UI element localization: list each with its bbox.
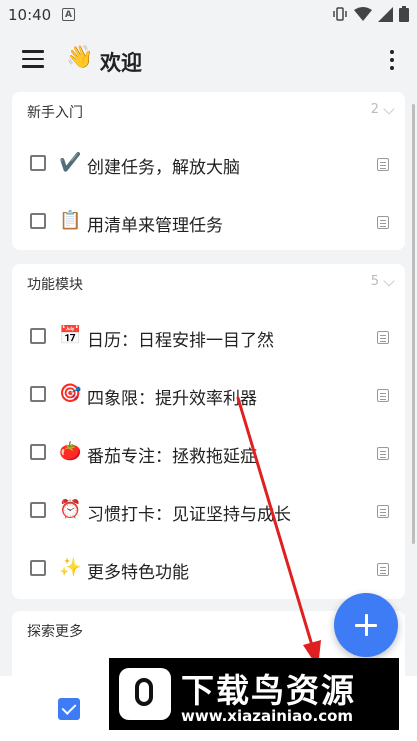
task-label: 创建任务，解放大脑 xyxy=(87,158,240,178)
section-count: 2 xyxy=(370,102,379,117)
check-mark-icon: ✔️ xyxy=(59,152,82,173)
chevron-down-icon[interactable] xyxy=(383,275,395,287)
waving-hand-icon: 👋 xyxy=(66,45,94,70)
task-row[interactable]: 📅 日历：日程安排一目了然 xyxy=(12,309,405,367)
task-row[interactable]: 🍅 番茄专注：拯救拖延症 xyxy=(12,425,405,483)
task-label: 习惯打卡：见证坚持与成长 xyxy=(87,505,291,525)
task-row[interactable]: 📋 用清单来管理任务 xyxy=(12,194,405,252)
tomato-icon: 🍅 xyxy=(59,441,82,462)
task-row[interactable]: 🎯 四象限：提升效率利器 xyxy=(12,367,405,425)
task-row[interactable]: ✨ 更多特色功能 xyxy=(12,541,405,599)
task-checkbox[interactable] xyxy=(30,444,46,460)
battery-icon xyxy=(399,6,409,22)
vibrate-icon xyxy=(333,7,347,21)
status-icons xyxy=(332,6,409,22)
more-options-icon[interactable] xyxy=(389,50,395,72)
watermark-logo-icon xyxy=(119,668,171,720)
status-bar: 10:40 A xyxy=(0,0,417,30)
add-task-button[interactable] xyxy=(334,593,398,657)
app-bar: 👋 欢迎 xyxy=(0,30,417,92)
watermark-url: www.xiazainiao.com xyxy=(181,707,354,725)
task-label: 用清单来管理任务 xyxy=(87,216,223,236)
sparkles-icon: ✨ xyxy=(59,557,82,578)
target-icon: 🎯 xyxy=(59,383,82,404)
section-getting-started: 新手入门 2 ✔️ 创建任务，解放大脑 📋 用清单来管理任务 xyxy=(12,92,405,250)
note-icon xyxy=(377,158,389,171)
section-features: 功能模块 5 📅 日历：日程安排一目了然 🎯 四象限：提升效率利器 🍅 番茄专注… xyxy=(12,264,405,599)
signal-icon xyxy=(378,6,393,22)
section-title: 新手入门 xyxy=(27,105,83,121)
watermark-title: 下载鸟资源 xyxy=(181,671,356,710)
task-checkbox[interactable] xyxy=(30,560,46,576)
note-icon xyxy=(377,505,389,518)
section-header[interactable]: 功能模块 5 xyxy=(12,264,405,302)
task-label: 更多特色功能 xyxy=(87,563,189,583)
note-icon xyxy=(377,563,389,576)
task-row[interactable]: ✔️ 创建任务，解放大脑 xyxy=(12,136,405,194)
task-checkbox[interactable] xyxy=(30,502,46,518)
task-checkbox[interactable] xyxy=(30,213,46,229)
task-checkbox[interactable] xyxy=(30,155,46,171)
wifi-icon xyxy=(354,6,372,21)
section-title: 功能模块 xyxy=(27,277,83,293)
alarm-clock-icon: ⏰ xyxy=(59,499,82,520)
task-checkbox[interactable] xyxy=(30,386,46,402)
note-icon xyxy=(377,389,389,402)
section-count: 5 xyxy=(370,274,379,289)
section-header[interactable]: 新手入门 2 xyxy=(12,92,405,130)
calendar-icon: 📅 xyxy=(59,325,82,346)
tasks-tab-icon[interactable] xyxy=(58,698,80,720)
menu-icon[interactable] xyxy=(22,50,44,68)
note-icon xyxy=(377,331,389,344)
watermark-banner: 下载鸟资源 www.xiazainiao.com xyxy=(109,658,399,730)
notification-icon: A xyxy=(62,8,75,21)
task-checkbox[interactable] xyxy=(30,328,46,344)
page-title: 欢迎 xyxy=(100,51,142,75)
status-time: 10:40 xyxy=(8,6,52,24)
section-title: 探索更多 xyxy=(27,624,83,640)
chevron-down-icon[interactable] xyxy=(383,103,395,115)
task-row[interactable]: ⏰ 习惯打卡：见证坚持与成长 xyxy=(12,483,405,541)
clipboard-icon: 📋 xyxy=(59,210,82,231)
task-label: 番茄专注：拯救拖延症 xyxy=(87,447,257,467)
note-icon xyxy=(377,216,389,229)
note-icon xyxy=(377,447,389,460)
scrollbar[interactable] xyxy=(412,104,415,544)
task-label: 日历：日程安排一目了然 xyxy=(87,331,274,351)
task-label: 四象限：提升效率利器 xyxy=(87,389,257,409)
